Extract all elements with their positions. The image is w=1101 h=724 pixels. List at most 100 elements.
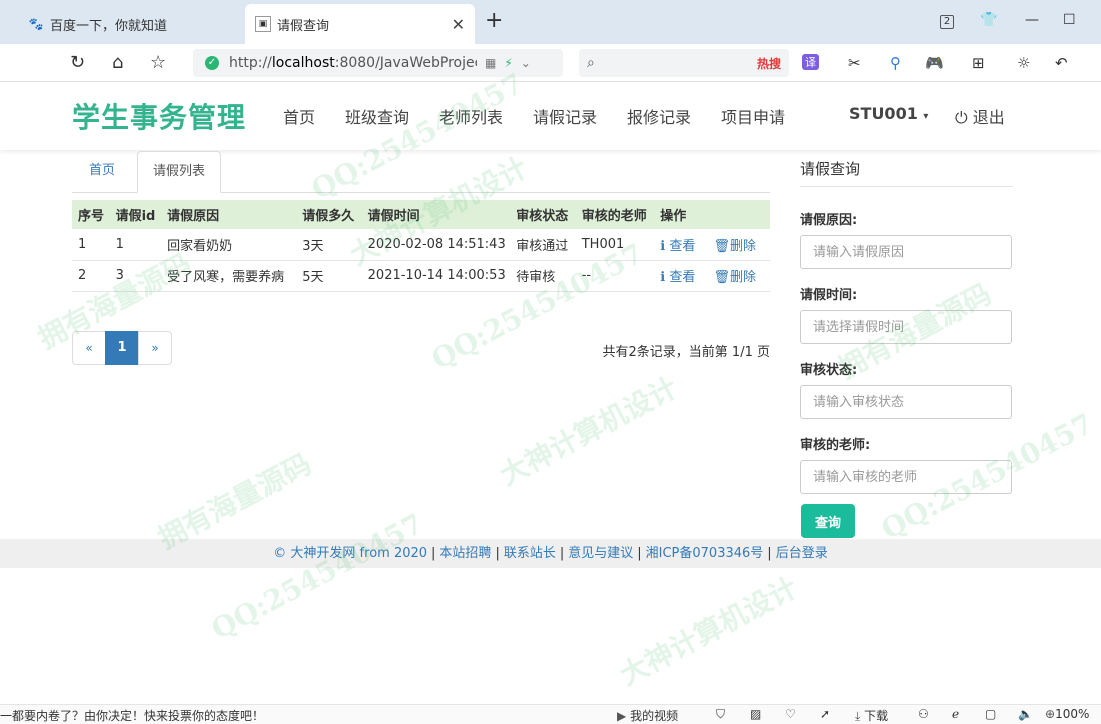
paw-icon: 🐾 <box>28 17 44 31</box>
zoom-icon: ⊕ <box>1045 707 1056 721</box>
magnifier-icon[interactable]: ⚲ <box>890 54 901 72</box>
grid-icon[interactable]: ⊞ <box>972 54 985 72</box>
chevron-down-icon[interactable]: ⌄ <box>521 56 531 70</box>
translate-icon[interactable]: 译 <box>802 54 819 70</box>
image-icon[interactable]: ▨ <box>750 707 761 721</box>
browser-tab-title: 百度一下，你就知道 <box>50 18 168 34</box>
cell-id: 1 <box>109 229 162 261</box>
col-header: 请假原因 <box>161 200 297 229</box>
nav-home[interactable]: 首页 <box>283 104 315 128</box>
nav-class-query[interactable]: 班级查询 <box>345 104 409 128</box>
my-video-button[interactable]: ▶ 我的视频 <box>617 707 678 724</box>
cell-actions: ℹ 查看 🗑删除 <box>654 260 770 292</box>
tab-home[interactable]: 首页 <box>74 151 130 193</box>
col-header: 操作 <box>654 200 770 229</box>
ie-icon[interactable]: ℯ <box>952 707 959 721</box>
heart-icon[interactable]: ♡ <box>785 707 796 721</box>
tab-leave-list[interactable]: 请假列表 <box>137 151 222 193</box>
qrcode-icon[interactable]: ▦ <box>485 56 496 70</box>
minimize-icon[interactable]: — <box>1025 12 1039 28</box>
view-link[interactable]: ℹ 查看 <box>660 239 695 254</box>
content-tabs: 首页 请假列表 <box>72 151 770 193</box>
col-header: 审核的老师 <box>575 200 655 229</box>
footer-link-feedback[interactable]: 意见与建议 <box>568 546 633 561</box>
browser-tab-leave-query[interactable]: ▣ 请假查询 ✕ <box>245 4 475 44</box>
zoom-control[interactable]: ⊕100% <box>1045 707 1089 721</box>
cell-status: 待审核 <box>510 260 576 292</box>
time-input[interactable] <box>800 310 1012 344</box>
time-label: 请假时间: <box>800 288 858 303</box>
info-icon: ℹ <box>660 238 666 254</box>
browser-tab-bar: 🐾 百度一下，你就知道 ▣ 请假查询 ✕ + 2 👕 — ☐ <box>0 0 1101 44</box>
cell-reason: 回家看奶奶 <box>161 229 297 261</box>
browser-status-bar: 一都要内卷了？由你决定！快来投票你的态度吧！ ▶ 我的视频 ⛉ ▨ ♡ ➚ ⤓ … <box>0 704 1101 724</box>
footer-copyright[interactable]: © 大神开发网 from 2020 <box>273 546 427 561</box>
footer-link-admin[interactable]: 后台登录 <box>776 546 828 561</box>
nav-project-apply[interactable]: 项目申请 <box>721 104 785 128</box>
shield-icon[interactable]: ⛉ <box>716 707 725 722</box>
status-label: 审核状态: <box>800 363 858 378</box>
prev-page-button[interactable]: « <box>72 331 106 365</box>
delete-link[interactable]: 🗑删除 <box>713 239 756 254</box>
undo-icon[interactable]: ↶ <box>1055 54 1068 72</box>
shirt-icon[interactable]: 👕 <box>980 12 997 28</box>
reason-label: 请假原因: <box>800 213 858 228</box>
people-icon[interactable]: ⚇ <box>918 707 929 721</box>
status-input[interactable] <box>800 385 1012 419</box>
bolt-icon[interactable]: ⚡ <box>504 56 512 70</box>
view-link[interactable]: ℹ 查看 <box>660 270 695 285</box>
footer-link-icp[interactable]: 湘ICP备0703346号 <box>646 546 764 561</box>
speaker-icon[interactable]: 🔈 <box>1018 707 1033 721</box>
sun-icon[interactable]: ☼ <box>1017 54 1030 72</box>
browser-tab-baidu[interactable]: 🐾 百度一下，你就知道 <box>18 4 243 44</box>
url-text[interactable]: http://localhost:8080/JavaWebProjec <box>229 55 477 71</box>
trash-icon: 🗑 <box>713 270 730 285</box>
search-submit-button[interactable]: 查询 <box>801 504 855 538</box>
cell-id: 3 <box>109 260 162 292</box>
browser-search-box[interactable]: ⌕ 热搜 <box>579 49 789 77</box>
footer-link-contact[interactable]: 联系站长 <box>504 546 556 561</box>
leave-table: 序号 请假id 请假原因 请假多久 请假时间 审核状态 审核的老师 操作 1 1… <box>72 200 770 292</box>
nav-teacher-list[interactable]: 老师列表 <box>439 104 503 128</box>
search-panel-title: 请假查询 <box>800 152 1013 187</box>
table-header-row: 序号 请假id 请假原因 请假多久 请假时间 审核状态 审核的老师 操作 <box>72 200 770 229</box>
hot-search-label[interactable]: 热搜 <box>757 55 781 72</box>
star-icon[interactable]: ☆ <box>150 52 166 73</box>
site-brand[interactable]: 学生事务管理 <box>72 96 246 136</box>
logout-link[interactable]: ⏻ 退出 <box>955 104 1005 128</box>
page-1-button[interactable]: 1 <box>105 331 139 365</box>
status-ticker[interactable]: 一都要内卷了？由你决定！快来投票你的态度吧！ <box>0 707 264 724</box>
teacher-label: 审核的老师: <box>800 438 871 453</box>
gamepad-icon[interactable]: 🎮 <box>925 54 944 72</box>
new-tab-button[interactable]: + <box>485 10 503 32</box>
power-icon: ⏻ <box>955 108 968 127</box>
close-icon[interactable]: ✕ <box>452 15 465 34</box>
tab-count-badge[interactable]: 2 <box>940 12 954 29</box>
nav-repair-records[interactable]: 报修记录 <box>627 104 691 128</box>
nav-leave-records[interactable]: 请假记录 <box>533 104 597 128</box>
site-footer: © 大神开发网 from 2020 | 本站招聘 | 联系站长 | 意见与建议 | 湘ICP备0… <box>0 539 1101 568</box>
page-icon: ▣ <box>255 16 271 32</box>
window-icon[interactable]: ▢ <box>985 707 996 721</box>
home-icon[interactable]: ⌂ <box>112 52 123 73</box>
watermark-text: 大神计算机设计 <box>494 370 683 492</box>
cell-time: 2020-02-08 14:51:43 <box>361 229 511 261</box>
reason-input[interactable] <box>800 235 1012 269</box>
teacher-input[interactable] <box>800 460 1012 494</box>
site-header: 学生事务管理 首页 班级查询 老师列表 请假记录 报修记录 项目申请 STU00… <box>0 82 1101 150</box>
table-row: 2 3 受了风寒，需要养病 5天 2021-10-14 14:00:53 待审核… <box>72 260 770 292</box>
delete-link[interactable]: 🗑删除 <box>713 270 756 285</box>
address-bar[interactable]: ✓ http://localhost:8080/JavaWebProjec ▦ … <box>193 49 563 77</box>
maximize-icon[interactable]: ☐ <box>1063 12 1076 28</box>
search-icon: ⌕ <box>587 55 595 71</box>
cell-no: 2 <box>72 260 110 292</box>
download-button[interactable]: ⤓ 下载 <box>855 707 888 724</box>
footer-link-jobs[interactable]: 本站招聘 <box>439 546 491 561</box>
reload-icon[interactable]: ↻ <box>70 52 85 73</box>
rocket-icon[interactable]: ➚ <box>820 707 830 721</box>
user-menu[interactable]: STU001 ▾ <box>849 104 928 123</box>
scissors-icon[interactable]: ✂ <box>848 54 861 72</box>
pagination: « 1 » <box>72 331 172 365</box>
next-page-button[interactable]: » <box>138 331 172 365</box>
watermark-text: 大神计算机设计 <box>614 570 803 692</box>
